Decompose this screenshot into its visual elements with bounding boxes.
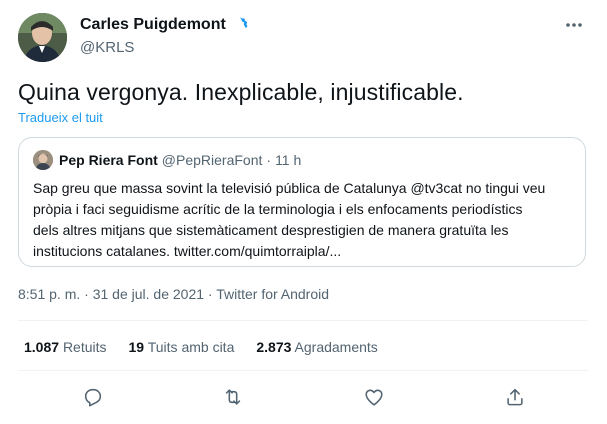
- author-handle[interactable]: @KRLS: [80, 39, 134, 56]
- quoted-author-avatar: [33, 150, 53, 170]
- quoted-tweet-header: Pep Riera Font @PepRieraFont · 11 h: [59, 152, 301, 168]
- divider: [18, 370, 588, 371]
- retweets-stat[interactable]: 1.087 Retuits: [24, 339, 107, 355]
- retweet-icon: [225, 389, 241, 405]
- tweet-text: Quina vergonya. Inexplicable, injustific…: [18, 79, 464, 105]
- more-dots-icon: [566, 23, 582, 27]
- author-avatar[interactable]: [18, 13, 67, 62]
- likes-count: 2.873: [256, 339, 292, 355]
- quoted-text-line: pròpia i faci seguidisme acrític de la t…: [33, 201, 523, 217]
- quoted-avatar-photo-icon: [33, 150, 53, 170]
- author-name[interactable]: Carles Puigdemont: [80, 16, 249, 34]
- quoted-author-handle: @PepRieraFont: [161, 152, 263, 168]
- likes-label: Agradaments: [294, 339, 378, 355]
- avatar-photo-icon: [18, 13, 67, 62]
- quotes-label: Tuits amb cita: [147, 339, 235, 355]
- tweet-timestamp[interactable]: 8:51 p. m. · 31 de jul. de 2021 · Twitte…: [18, 286, 329, 302]
- tweet-stats: 1.087 Retuits 19 Tuits amb cita 2.873 Ag…: [24, 339, 378, 355]
- reply-button[interactable]: [79, 383, 107, 411]
- like-button[interactable]: [360, 383, 388, 411]
- retweets-label: Retuits: [62, 339, 107, 355]
- quoted-separator: ·: [266, 152, 272, 168]
- quoted-text-line: Sap greu que massa sovint la televisió p…: [33, 180, 546, 196]
- share-button[interactable]: [501, 383, 529, 411]
- quoted-text-line: dels altres mitjans que sistemàticament …: [33, 222, 509, 238]
- reply-icon: [84, 388, 102, 407]
- quoted-text-line: institucions catalanes. twitter.com/quim…: [33, 243, 342, 259]
- divider: [18, 320, 588, 321]
- quoted-tweet-card[interactable]: Pep Riera Font @PepRieraFont · 11 h Sap …: [18, 137, 586, 267]
- verified-badge-icon: [235, 17, 248, 29]
- translate-link[interactable]: Tradueix el tuit: [18, 110, 103, 125]
- quoted-tweet-time: 11 h: [275, 152, 302, 168]
- like-icon: [365, 389, 383, 406]
- author-name-text: Carles Puigdemont: [80, 16, 226, 33]
- quoted-author-name: Pep Riera Font: [59, 152, 158, 168]
- retweets-count: 1.087: [24, 339, 60, 355]
- tweet-actions: [0, 383, 607, 411]
- likes-stat[interactable]: 2.873 Agradaments: [256, 339, 377, 355]
- more-options-button[interactable]: [563, 14, 585, 36]
- quotes-stat[interactable]: 19 Tuits amb cita: [129, 339, 235, 355]
- quoted-tweet-text: Sap greu que massa sovint la televisió p…: [33, 178, 578, 262]
- share-icon: [507, 388, 523, 406]
- quotes-count: 19: [128, 339, 145, 355]
- retweet-button[interactable]: [219, 383, 247, 411]
